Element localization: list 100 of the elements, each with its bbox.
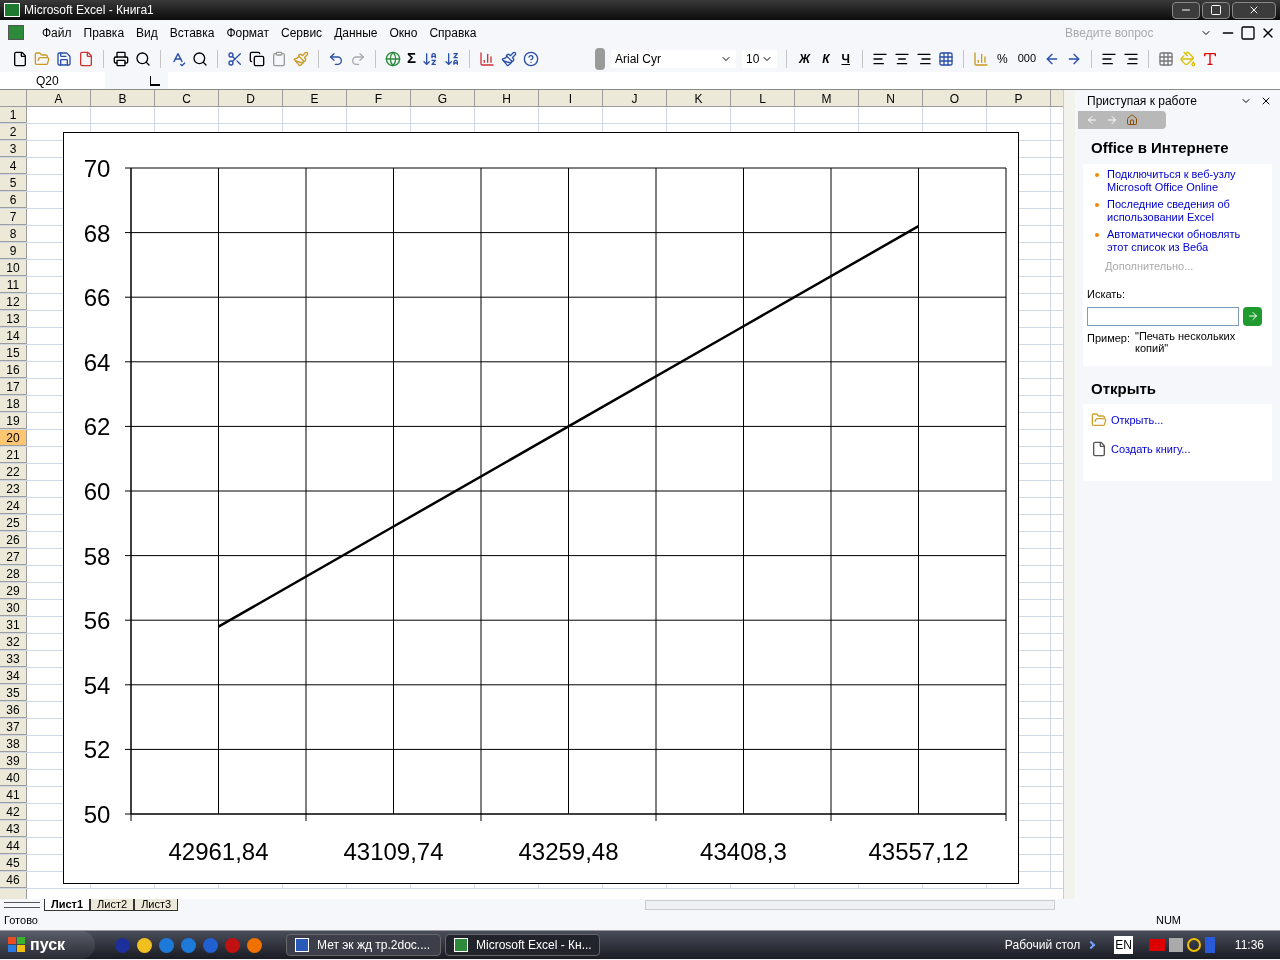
hyperlink-icon[interactable]: [385, 50, 401, 67]
row-header[interactable]: 11: [0, 277, 27, 293]
font-size-dropdown[interactable]: 10: [742, 49, 777, 68]
row-header[interactable]: 14: [0, 328, 27, 344]
column-header[interactable]: C: [155, 90, 219, 106]
start-button[interactable]: пуск: [0, 931, 95, 959]
help-icon[interactable]: [523, 50, 539, 67]
row-header[interactable]: 24: [0, 498, 27, 514]
row-header[interactable]: 32: [0, 634, 27, 650]
taskbar-button[interactable]: Мет эк жд тр.2doc....: [286, 934, 441, 956]
new-file-icon[interactable]: [12, 50, 28, 67]
merge-cells-icon[interactable]: [938, 50, 954, 67]
column-header[interactable]: D: [219, 90, 283, 106]
chart-wizard-icon[interactable]: [479, 50, 495, 67]
row-header[interactable]: 6: [0, 192, 27, 208]
minimize-button[interactable]: [1172, 1, 1200, 19]
close-icon[interactable]: [1260, 95, 1272, 107]
column-header[interactable]: M: [795, 90, 859, 106]
italic-button[interactable]: К: [819, 49, 833, 68]
column-header[interactable]: L: [731, 90, 795, 106]
menu-item[interactable]: Правка: [77, 23, 131, 42]
horizontal-scrollbar[interactable]: [645, 900, 1055, 910]
language-indicator[interactable]: EN: [1114, 936, 1133, 954]
row-header[interactable]: 34: [0, 668, 27, 684]
font-dropdown[interactable]: Arial Cyr: [611, 49, 736, 68]
printer-icon[interactable]: [113, 50, 129, 67]
thousands-button[interactable]: 000: [1015, 50, 1038, 67]
row-header[interactable]: 35: [0, 685, 27, 701]
row-header[interactable]: 19: [0, 413, 27, 429]
row-header[interactable]: 31: [0, 617, 27, 633]
row-header[interactable]: 1: [0, 107, 27, 123]
bold-button[interactable]: Ж: [796, 49, 814, 68]
toolbar-grip[interactable]: [595, 47, 605, 70]
row-header[interactable]: 8: [0, 226, 27, 242]
row-header[interactable]: 18: [0, 396, 27, 412]
menu-item[interactable]: Окно: [383, 23, 424, 42]
row-header[interactable]: 27: [0, 549, 27, 565]
menu-item[interactable]: Сервис: [275, 23, 329, 42]
row-header[interactable]: 16: [0, 362, 27, 378]
undo-icon[interactable]: [328, 50, 344, 67]
row-header[interactable]: 39: [0, 753, 27, 769]
taskbar-button[interactable]: Microsoft Excel - Кн...: [445, 934, 600, 956]
save-icon[interactable]: [56, 50, 72, 67]
row-header[interactable]: 3: [0, 141, 27, 157]
menu-item[interactable]: Справка: [423, 23, 483, 42]
sheet-tab[interactable]: Лист1: [44, 899, 91, 911]
row-header[interactable]: 15: [0, 345, 27, 361]
row-header[interactable]: 40: [0, 770, 27, 786]
sort-descending-icon[interactable]: [444, 50, 460, 67]
row-header[interactable]: 2: [0, 124, 27, 140]
scissors-icon[interactable]: [227, 50, 243, 67]
percent-button[interactable]: %: [995, 49, 1010, 68]
row-header[interactable]: 36: [0, 702, 27, 718]
underline-button[interactable]: Ч: [838, 49, 853, 68]
autosum-button[interactable]: Σ: [407, 47, 416, 70]
row-header[interactable]: 17: [0, 379, 27, 395]
row-header[interactable]: 45: [0, 855, 27, 871]
row-header[interactable]: 29: [0, 583, 27, 599]
row-header[interactable]: 42: [0, 804, 27, 820]
close-button[interactable]: [1232, 1, 1276, 19]
row-header[interactable]: 7: [0, 209, 27, 225]
row-header[interactable]: 28: [0, 566, 27, 582]
column-header[interactable]: P: [987, 90, 1051, 106]
column-header[interactable]: F: [347, 90, 411, 106]
menu-item[interactable]: Формат: [220, 23, 276, 42]
row-header[interactable]: 33: [0, 651, 27, 667]
row-header[interactable]: 20: [0, 430, 27, 446]
menu-item[interactable]: Вид: [130, 23, 164, 42]
line-chart[interactable]: 50 52 54 56 58 60 62 64 66 68 70 42961,84 43109,74 43259,48 43408,3 43557,12: [63, 132, 1019, 884]
column-header[interactable]: N: [859, 90, 923, 106]
row-header[interactable]: 13: [0, 311, 27, 327]
formula-field[interactable]: [168, 72, 1280, 89]
go-button[interactable]: [1243, 306, 1262, 326]
spelling-icon[interactable]: [170, 50, 186, 67]
row-header[interactable]: 44: [0, 838, 27, 854]
open-link[interactable]: Открыть...: [1111, 412, 1164, 429]
font-color-icon[interactable]: [1202, 50, 1218, 67]
row-header[interactable]: 38: [0, 736, 27, 752]
column-header[interactable]: G: [411, 90, 475, 106]
home-icon[interactable]: [1126, 114, 1138, 126]
borders-icon[interactable]: [1158, 50, 1174, 67]
row-header[interactable]: 23: [0, 481, 27, 497]
restore-button[interactable]: [1202, 1, 1230, 19]
column-header[interactable]: I: [539, 90, 603, 106]
row-header[interactable]: 43: [0, 821, 27, 837]
help-field[interactable]: Введите вопрос: [1065, 23, 1200, 42]
menu-item[interactable]: Файл: [36, 23, 78, 42]
help-link[interactable]: Подключиться к веб-узлу Microsoft Office Online: [1107, 167, 1260, 194]
column-header[interactable]: O: [923, 90, 987, 106]
sheet-tab[interactable]: Лист2: [90, 899, 135, 911]
column-header[interactable]: H: [475, 90, 539, 106]
row-header[interactable]: 21: [0, 447, 27, 463]
restore-icon[interactable]: [1240, 24, 1256, 41]
row-header[interactable]: 26: [0, 532, 27, 548]
row-header[interactable]: 22: [0, 464, 27, 480]
row-header[interactable]: 5: [0, 175, 27, 191]
desktop-toolbar[interactable]: Рабочий стол: [1004, 936, 1081, 954]
copy-icon[interactable]: [249, 50, 265, 67]
open-link[interactable]: Создать книгу...: [1111, 440, 1191, 457]
sheet-tab[interactable]: Лист3: [134, 899, 179, 911]
